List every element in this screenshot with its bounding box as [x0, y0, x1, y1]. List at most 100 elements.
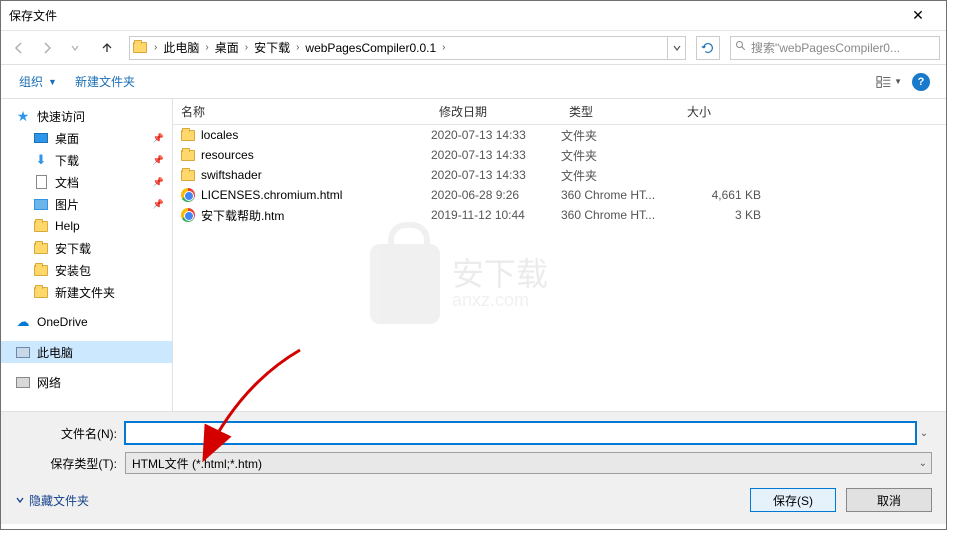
- chevron-right-icon[interactable]: ›: [292, 42, 303, 53]
- back-button[interactable]: [7, 36, 31, 60]
- sidebar-item-documents[interactable]: 文档📌: [1, 171, 172, 193]
- pin-icon: 📌: [153, 199, 164, 210]
- pin-icon: 📌: [153, 155, 164, 166]
- chevron-down-icon: ⌄: [919, 458, 927, 469]
- hide-folders-toggle[interactable]: 隐藏文件夹: [15, 492, 89, 509]
- history-dropdown[interactable]: [63, 36, 87, 60]
- chevron-down-icon[interactable]: ⌄: [916, 428, 932, 439]
- column-type[interactable]: 类型: [561, 99, 679, 124]
- pc-icon: [15, 344, 31, 360]
- folder-icon: [130, 42, 150, 53]
- file-type: 文件夹: [561, 167, 679, 184]
- file-size: 4,661 KB: [679, 188, 761, 202]
- filename-input[interactable]: [125, 422, 916, 444]
- chrome-icon: [181, 208, 195, 222]
- file-row[interactable]: locales 2020-07-13 14:33文件夹: [173, 125, 946, 145]
- sidebar-item-newfolder[interactable]: 新建文件夹: [1, 281, 172, 303]
- sidebar-this-pc[interactable]: 此电脑: [1, 341, 172, 363]
- up-button[interactable]: [95, 36, 119, 60]
- sidebar-onedrive[interactable]: ☁OneDrive: [1, 311, 172, 333]
- file-type: 文件夹: [561, 127, 679, 144]
- file-name: swiftshader: [201, 168, 262, 182]
- file-row[interactable]: resources2020-07-13 14:33文件夹: [173, 145, 946, 165]
- column-size[interactable]: 大小: [679, 99, 769, 124]
- filetype-label: 保存类型(T):: [15, 455, 125, 472]
- document-icon: [33, 174, 49, 190]
- filetype-value: HTML文件 (*.html;*.htm): [132, 455, 262, 472]
- save-button[interactable]: 保存(S): [750, 488, 836, 512]
- help-icon: ?: [912, 73, 930, 91]
- sidebar-item-help[interactable]: Help: [1, 215, 172, 237]
- column-date[interactable]: 修改日期: [431, 99, 561, 124]
- folder-icon: [33, 240, 49, 256]
- pin-icon: 📌: [153, 177, 164, 188]
- sidebar-item-desktop[interactable]: 桌面📌: [1, 127, 172, 149]
- file-list: 名称 修改日期 类型 大小 locales2020-07-13 14:33文件夹…: [173, 99, 946, 411]
- breadcrumb-segment[interactable]: 安下载: [252, 37, 292, 59]
- save-file-dialog: 保存文件 ✕ › 此电脑 › 桌面 › 安下载 › webPagesCompil…: [0, 0, 947, 530]
- column-headers: 名称 修改日期 类型 大小: [173, 99, 946, 125]
- close-button[interactable]: ✕: [898, 1, 938, 31]
- breadcrumb-segment[interactable]: webPagesCompiler0.0.1: [303, 37, 438, 59]
- file-date: 2020-07-13 14:33: [431, 128, 561, 142]
- forward-button[interactable]: [35, 36, 59, 60]
- cancel-button[interactable]: 取消: [846, 488, 932, 512]
- file-name: LICENSES.chromium.html: [201, 188, 342, 202]
- sidebar-item-pictures[interactable]: 图片📌: [1, 193, 172, 215]
- cloud-icon: ☁: [15, 314, 31, 330]
- breadcrumb-segment[interactable]: 此电脑: [161, 37, 201, 59]
- sidebar-item-anxz[interactable]: 安下载: [1, 237, 172, 259]
- refresh-button[interactable]: [696, 36, 720, 60]
- file-type: 360 Chrome HT...: [561, 188, 679, 202]
- chevron-right-icon[interactable]: ›: [438, 42, 449, 53]
- sidebar-item-downloads[interactable]: ⬇下载📌: [1, 149, 172, 171]
- sidebar-network[interactable]: 网络: [1, 371, 172, 393]
- titlebar: 保存文件 ✕: [1, 1, 946, 31]
- folder-icon: [33, 218, 49, 234]
- file-name: locales: [201, 128, 238, 142]
- filename-label: 文件名(N):: [15, 425, 125, 442]
- file-date: 2020-06-28 9:26: [431, 188, 561, 202]
- folder-icon: [181, 150, 195, 161]
- chrome-icon: [181, 188, 195, 202]
- chevron-down-icon: [15, 495, 25, 505]
- search-icon: [735, 40, 747, 55]
- view-options-button[interactable]: ▼: [876, 70, 902, 94]
- download-icon: ⬇: [33, 152, 49, 168]
- search-input[interactable]: 搜索"webPagesCompiler0...: [730, 36, 940, 60]
- breadcrumb[interactable]: › 此电脑 › 桌面 › 安下载 › webPagesCompiler0.0.1…: [129, 36, 686, 60]
- file-row[interactable]: 安下载帮助.htm 2019-11-12 10:44360 Chrome HT..…: [173, 205, 946, 225]
- folder-icon: [181, 170, 195, 181]
- file-name: 安下载帮助.htm: [201, 207, 284, 224]
- toolbar: 组织▼ 新建文件夹 ▼ ?: [1, 65, 946, 99]
- file-row[interactable]: LICENSES.chromium.html 2020-06-28 9:26360…: [173, 185, 946, 205]
- filetype-combo[interactable]: HTML文件 (*.html;*.htm) ⌄: [125, 452, 932, 474]
- breadcrumb-segment[interactable]: 桌面: [213, 37, 241, 59]
- new-folder-button[interactable]: 新建文件夹: [69, 69, 141, 94]
- sidebar-item-installpkg[interactable]: 安装包: [1, 259, 172, 281]
- file-row[interactable]: swiftshader 2020-07-13 14:33文件夹: [173, 165, 946, 185]
- organize-menu[interactable]: 组织▼: [13, 69, 63, 94]
- chevron-right-icon[interactable]: ›: [201, 42, 212, 53]
- star-icon: ★: [15, 108, 31, 124]
- picture-icon: [33, 196, 49, 212]
- file-date: 2020-07-13 14:33: [431, 148, 561, 162]
- breadcrumb-dropdown[interactable]: [667, 37, 685, 59]
- pin-icon: 📌: [153, 133, 164, 144]
- column-name[interactable]: 名称: [173, 99, 431, 124]
- folder-icon: [181, 130, 195, 141]
- file-type: 360 Chrome HT...: [561, 208, 679, 222]
- help-button[interactable]: ?: [908, 70, 934, 94]
- sidebar-quick-access[interactable]: ★快速访问: [1, 105, 172, 127]
- main-area: ★快速访问 桌面📌 ⬇下载📌 文档📌 图片📌 Help 安下载 安装包 新建文件…: [1, 99, 946, 411]
- file-name: resources: [201, 148, 254, 162]
- nav-bar: › 此电脑 › 桌面 › 安下载 › webPagesCompiler0.0.1…: [1, 31, 946, 65]
- file-date: 2019-11-12 10:44: [431, 208, 561, 222]
- chevron-right-icon[interactable]: ›: [150, 42, 161, 53]
- sidebar: ★快速访问 桌面📌 ⬇下载📌 文档📌 图片📌 Help 安下载 安装包 新建文件…: [1, 99, 173, 411]
- file-size: 3 KB: [679, 208, 761, 222]
- bottom-panel: 文件名(N): ⌄ 保存类型(T): HTML文件 (*.html;*.htm)…: [1, 411, 946, 524]
- folder-icon: [33, 262, 49, 278]
- file-date: 2020-07-13 14:33: [431, 168, 561, 182]
- chevron-right-icon[interactable]: ›: [241, 42, 252, 53]
